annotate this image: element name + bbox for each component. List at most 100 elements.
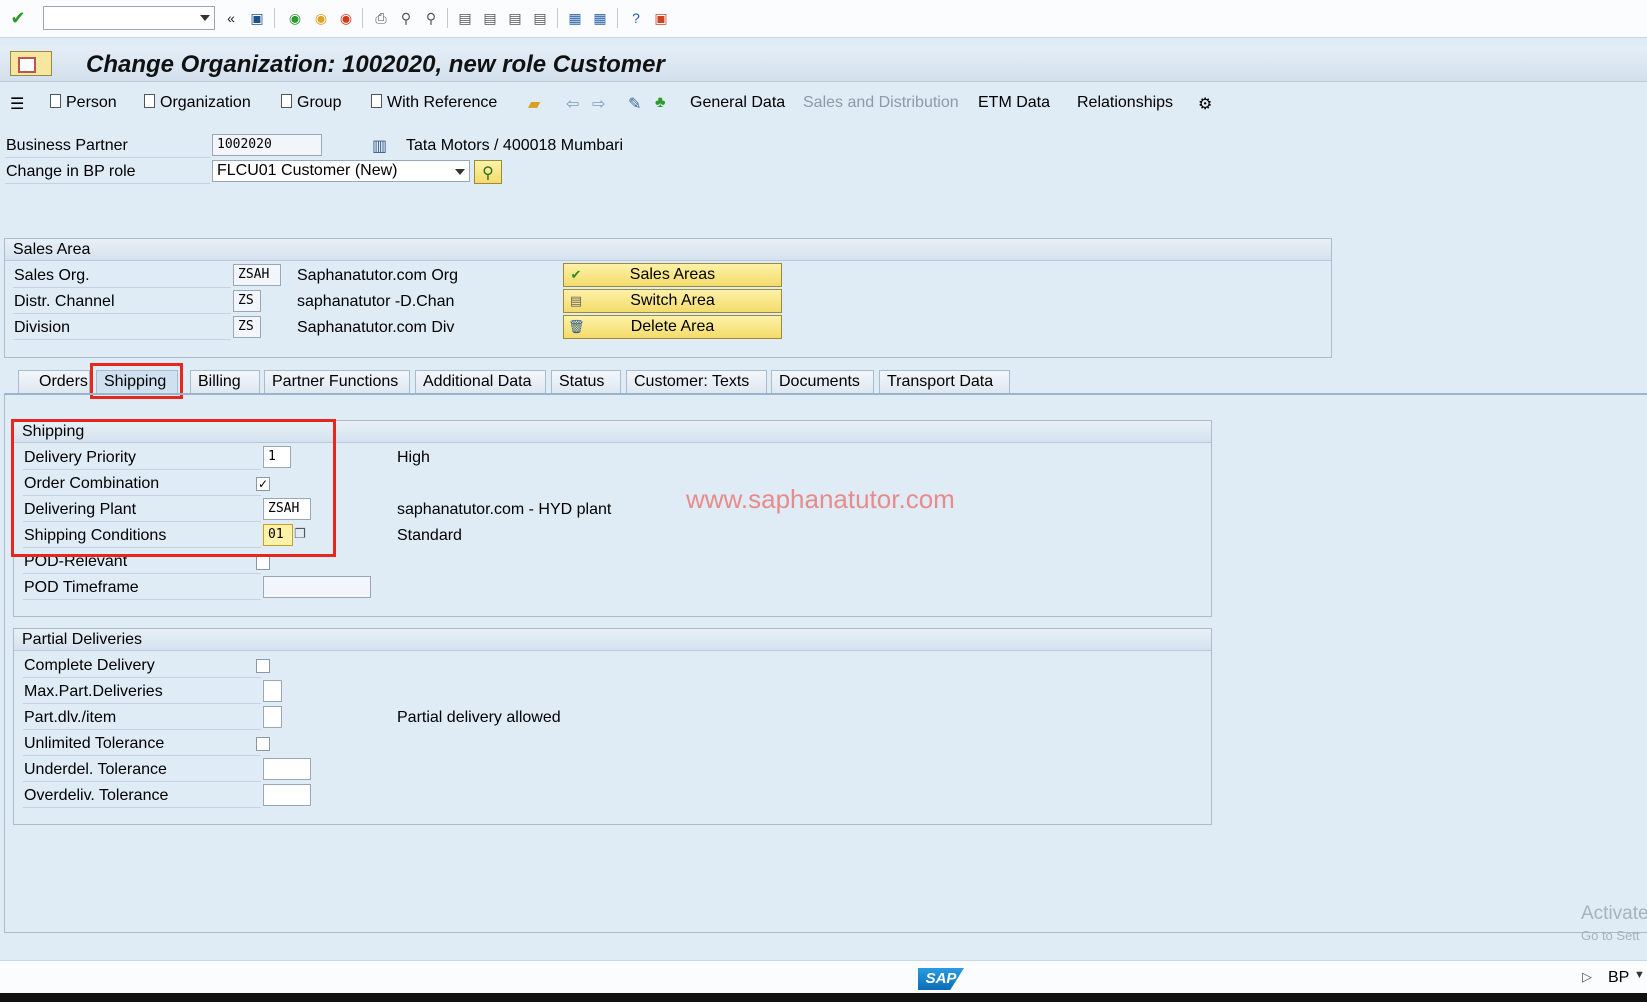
delivering-plant-text: saphanatutor.com - HYD plant	[397, 501, 612, 518]
tools-icon[interactable]: ✎	[628, 94, 641, 114]
overdeliv-tolerance-field[interactable]	[263, 784, 311, 806]
tab-shipping[interactable]: Shipping	[96, 370, 178, 394]
pod-timeframe-label: POD Timeframe	[24, 579, 139, 596]
etm-data-button[interactable]: ETM Data	[978, 94, 1050, 112]
find-icon[interactable]: ⚲	[397, 9, 415, 27]
shipping-group: Shipping	[13, 420, 1212, 617]
sales-distribution-button[interactable]: Sales and Distribution	[803, 94, 959, 112]
tab-transport-data[interactable]: Transport Data	[879, 370, 1010, 394]
bp-role-dropdown[interactable]: FLCU01 Customer (New)	[212, 160, 470, 182]
prev-page-icon[interactable]: ▤	[481, 9, 499, 27]
exit-icon[interactable]: ◉	[312, 9, 330, 27]
arrow-left-icon[interactable]: ⇦	[566, 94, 579, 114]
cancel-icon[interactable]: ◉	[337, 9, 355, 27]
organization-button[interactable]: Organization	[144, 94, 251, 112]
shortcut-icon[interactable]: ▦	[591, 9, 609, 27]
max-part-deliveries-field[interactable]	[263, 680, 282, 702]
settings-icon[interactable]: ⚙	[1198, 94, 1212, 114]
new-session-icon[interactable]: ▦	[566, 9, 584, 27]
general-data-button[interactable]: General Data	[690, 94, 785, 112]
tab-status[interactable]: Status	[551, 370, 621, 394]
save-icon[interactable]: ▣	[248, 9, 266, 27]
chevron-down-icon[interactable]: ▼	[1634, 969, 1645, 981]
label-underline	[23, 677, 261, 678]
open-folder-icon[interactable]: ▰	[528, 94, 540, 114]
unlimited-tolerance-checkbox[interactable]	[256, 737, 270, 751]
overdeliv-tolerance-label: Overdeliv. Tolerance	[24, 787, 169, 804]
distr-channel-field[interactable]: ZS	[233, 290, 261, 312]
group-button[interactable]: Group	[281, 94, 341, 112]
sales-org-text: Saphanatutor.com Org	[297, 267, 458, 284]
tab-orders[interactable]: Orders	[18, 370, 90, 394]
label-underline	[23, 729, 261, 730]
tab-partner-functions[interactable]: Partner Functions	[264, 370, 410, 394]
delivering-plant-field[interactable]: ZSAH	[263, 498, 311, 520]
business-partner-field[interactable]: 1002020	[212, 134, 322, 156]
sap-logo: SAP	[918, 968, 964, 990]
label-underline	[23, 781, 261, 782]
sales-areas-icon: ✔	[570, 267, 582, 282]
application-toolbar: ☰ Person Organization Group With Referen…	[0, 88, 1647, 118]
tab-strip: Orders Shipping Billing Partner Function…	[0, 370, 1647, 394]
switch-area-button[interactable]: ▤ Switch Area	[563, 289, 782, 313]
label-underline	[13, 313, 231, 314]
arrow-right-icon[interactable]: ⇨	[592, 94, 605, 114]
delete-area-button[interactable]: 🗑 Delete Area	[563, 315, 782, 339]
division-label: Division	[14, 319, 71, 336]
label-underline	[23, 755, 261, 756]
back-icon[interactable]: ◉	[286, 9, 304, 27]
delivery-priority-field[interactable]: 1	[263, 446, 291, 468]
next-page-icon[interactable]: ▤	[506, 9, 524, 27]
command-field[interactable]	[43, 6, 215, 30]
shipping-conditions-label: Shipping Conditions	[24, 527, 167, 544]
find-next-icon[interactable]: ⚲	[422, 9, 440, 27]
part-dlv-item-field[interactable]	[263, 706, 282, 728]
print-icon[interactable]: ⎙	[372, 9, 390, 27]
shipping-title: Shipping	[14, 421, 1211, 443]
underdel-tolerance-field[interactable]	[263, 758, 311, 780]
last-page-icon[interactable]: ▤	[531, 9, 549, 27]
activate-windows-subtext: Go to Sett	[1581, 928, 1640, 943]
watermark: www.saphanatutor.com	[686, 484, 955, 514]
document-icon	[50, 94, 61, 108]
division-text: Saphanatutor.com Div	[297, 319, 455, 336]
person-button[interactable]: Person	[50, 94, 117, 112]
switch-role-button[interactable]: ⚲	[474, 160, 502, 184]
tab-documents[interactable]: Documents	[771, 370, 874, 394]
label-underline	[23, 703, 261, 704]
tab-additional-data[interactable]: Additional Data	[415, 370, 546, 394]
collapse-icon[interactable]: «	[222, 9, 240, 27]
partial-deliveries-group: Partial Deliveries	[13, 628, 1212, 825]
customize-layout-icon[interactable]: ▣	[652, 9, 670, 27]
relationships-button[interactable]: Relationships	[1077, 94, 1173, 112]
label-underline	[13, 287, 231, 288]
help-icon[interactable]: ?	[627, 9, 645, 27]
order-combination-checkbox[interactable]: ✓	[256, 477, 270, 491]
tab-customer-texts[interactable]: Customer: Texts	[626, 370, 767, 394]
shipping-conditions-field[interactable]: 01	[263, 524, 293, 546]
list-icon[interactable]: ☰	[10, 94, 24, 114]
sales-areas-button[interactable]: ✔ Sales Areas	[563, 263, 782, 287]
first-page-icon[interactable]: ▤	[456, 9, 474, 27]
pod-timeframe-field[interactable]	[263, 576, 371, 598]
enter-check-icon[interactable]: ✔	[9, 8, 27, 28]
separator	[617, 8, 618, 28]
value-help-icon[interactable]: ❐	[294, 526, 306, 542]
play-icon[interactable]: ▷	[1582, 969, 1592, 985]
chevron-down-icon[interactable]	[455, 169, 465, 175]
division-field[interactable]: ZS	[233, 316, 261, 338]
business-partner-label: Business Partner	[6, 137, 128, 154]
delivery-priority-text: High	[397, 449, 430, 466]
tab-billing[interactable]: Billing	[190, 370, 260, 394]
hierarchy-icon[interactable]: ♣	[655, 94, 666, 112]
with-reference-button[interactable]: With Reference	[371, 94, 497, 112]
sales-org-label: Sales Org.	[14, 267, 90, 284]
label-underline	[23, 573, 261, 574]
sales-org-field[interactable]: ZSAH	[233, 264, 281, 286]
page-title: Change Organization: 1002020, new role C…	[86, 51, 665, 78]
delivering-plant-label: Delivering Plant	[24, 501, 137, 518]
complete-delivery-checkbox[interactable]	[256, 659, 270, 673]
chevron-down-icon[interactable]	[200, 15, 210, 21]
pod-relevant-checkbox[interactable]	[256, 556, 270, 570]
label-underline	[23, 469, 261, 470]
